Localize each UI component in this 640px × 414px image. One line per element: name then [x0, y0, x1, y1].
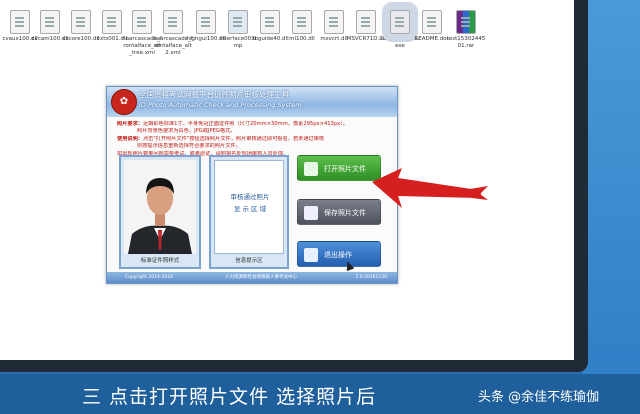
folder-open-icon	[304, 162, 318, 176]
monitor-frame: cvaux100.dll cvcam100.dll cxcore100.dll …	[0, 0, 588, 372]
info-prompt-caption: 信息提示区	[211, 255, 287, 267]
button-label: 打开照片文件	[324, 165, 366, 173]
background-panel	[582, 0, 640, 414]
save-icon	[304, 206, 318, 220]
file-icon	[71, 10, 91, 34]
notice-line: 使用说明：点击"打开照片文件"按钮选择照片文件，照片审核通过即可报名，若未通过审…	[117, 135, 325, 142]
file-icon	[292, 10, 312, 34]
file-icon	[324, 10, 344, 34]
sample-portrait-image	[124, 160, 196, 254]
exit-button[interactable]: 退出操作	[297, 241, 381, 267]
file-icon	[196, 10, 216, 34]
app-header: ✿ 全国资格考试网报平台证件照片审核处理工具 ID Photo Automati…	[107, 87, 397, 117]
sample-photo-caption: 标准证件照样式	[121, 255, 199, 267]
app-subtitle: ID Photo Automatic Check and Processing …	[139, 101, 302, 109]
application-icon	[382, 2, 418, 42]
approved-photo-display-area: 审核通过照片 显 示 区 域	[214, 160, 284, 254]
photo-processing-window: ✿ 全国资格考试网报平台证件照片审核处理工具 ID Photo Automati…	[106, 86, 398, 284]
review-area-text: 审核通过照片	[230, 193, 270, 201]
review-area-text: 显 示 区 域	[233, 205, 267, 213]
instructions-panel: 照片要求：近期彩色标准1寸，半身免冠正面证件照（尺寸20mm×30mm，像素29…	[117, 121, 393, 158]
review-result-panel: 审核通过照片 显 示 区 域 信息提示区	[209, 155, 289, 269]
app-title: 全国资格考试网报平台证件照片审核处理工具	[139, 90, 289, 99]
file-icon	[132, 10, 152, 34]
sample-photo-panel: 标准证件照样式	[119, 155, 201, 269]
notice-line: 则按提示信息重新选择符合要求的照片文件。	[137, 143, 241, 150]
file-icon	[10, 10, 30, 34]
file-icon	[163, 10, 183, 34]
archive-icon	[456, 10, 476, 34]
document-icon	[422, 10, 442, 34]
notice-line: 照片背景色要求为白色，JPG或JPEG格式。	[137, 128, 236, 135]
red-pointer-arrow-icon	[372, 168, 488, 208]
file-icon	[356, 10, 376, 34]
watermark-text: 头条 @余佳不练瑜伽	[478, 390, 600, 405]
file-icon	[40, 10, 60, 34]
file-icon	[102, 10, 122, 34]
app-footer: Copyright 2014-2016 人力资源和社会保障部人事考试中心 2.0…	[107, 272, 397, 283]
organization-text: 人力资源和社会保障部人事考试中心	[225, 275, 297, 280]
file-label: test1530244501.rar	[446, 36, 486, 49]
exit-icon	[304, 248, 318, 262]
desktop-archive-icon[interactable]: test1530244501.rar	[446, 10, 486, 50]
desktop-icon-row: cvaux100.dll cvcam100.dll cxcore100.dll …	[0, 2, 574, 72]
notice-line: 照片要求：近期彩色标准1寸，半身免冠正面证件照（尺寸20mm×30mm，像素29…	[117, 121, 348, 127]
button-label: 保存照片文件	[324, 209, 366, 217]
file-icon	[260, 10, 280, 34]
image-file-icon	[228, 10, 248, 34]
version-text: 2.0 20161130	[355, 275, 388, 280]
video-caption: 三 点击打开照片文件 选择照片后	[82, 386, 377, 408]
exam-logo-icon: ✿	[111, 89, 137, 115]
copyright-text: Copyright 2014-2016	[125, 275, 173, 280]
desktop-screen: cvaux100.dll cvcam100.dll cxcore100.dll …	[0, 0, 574, 360]
